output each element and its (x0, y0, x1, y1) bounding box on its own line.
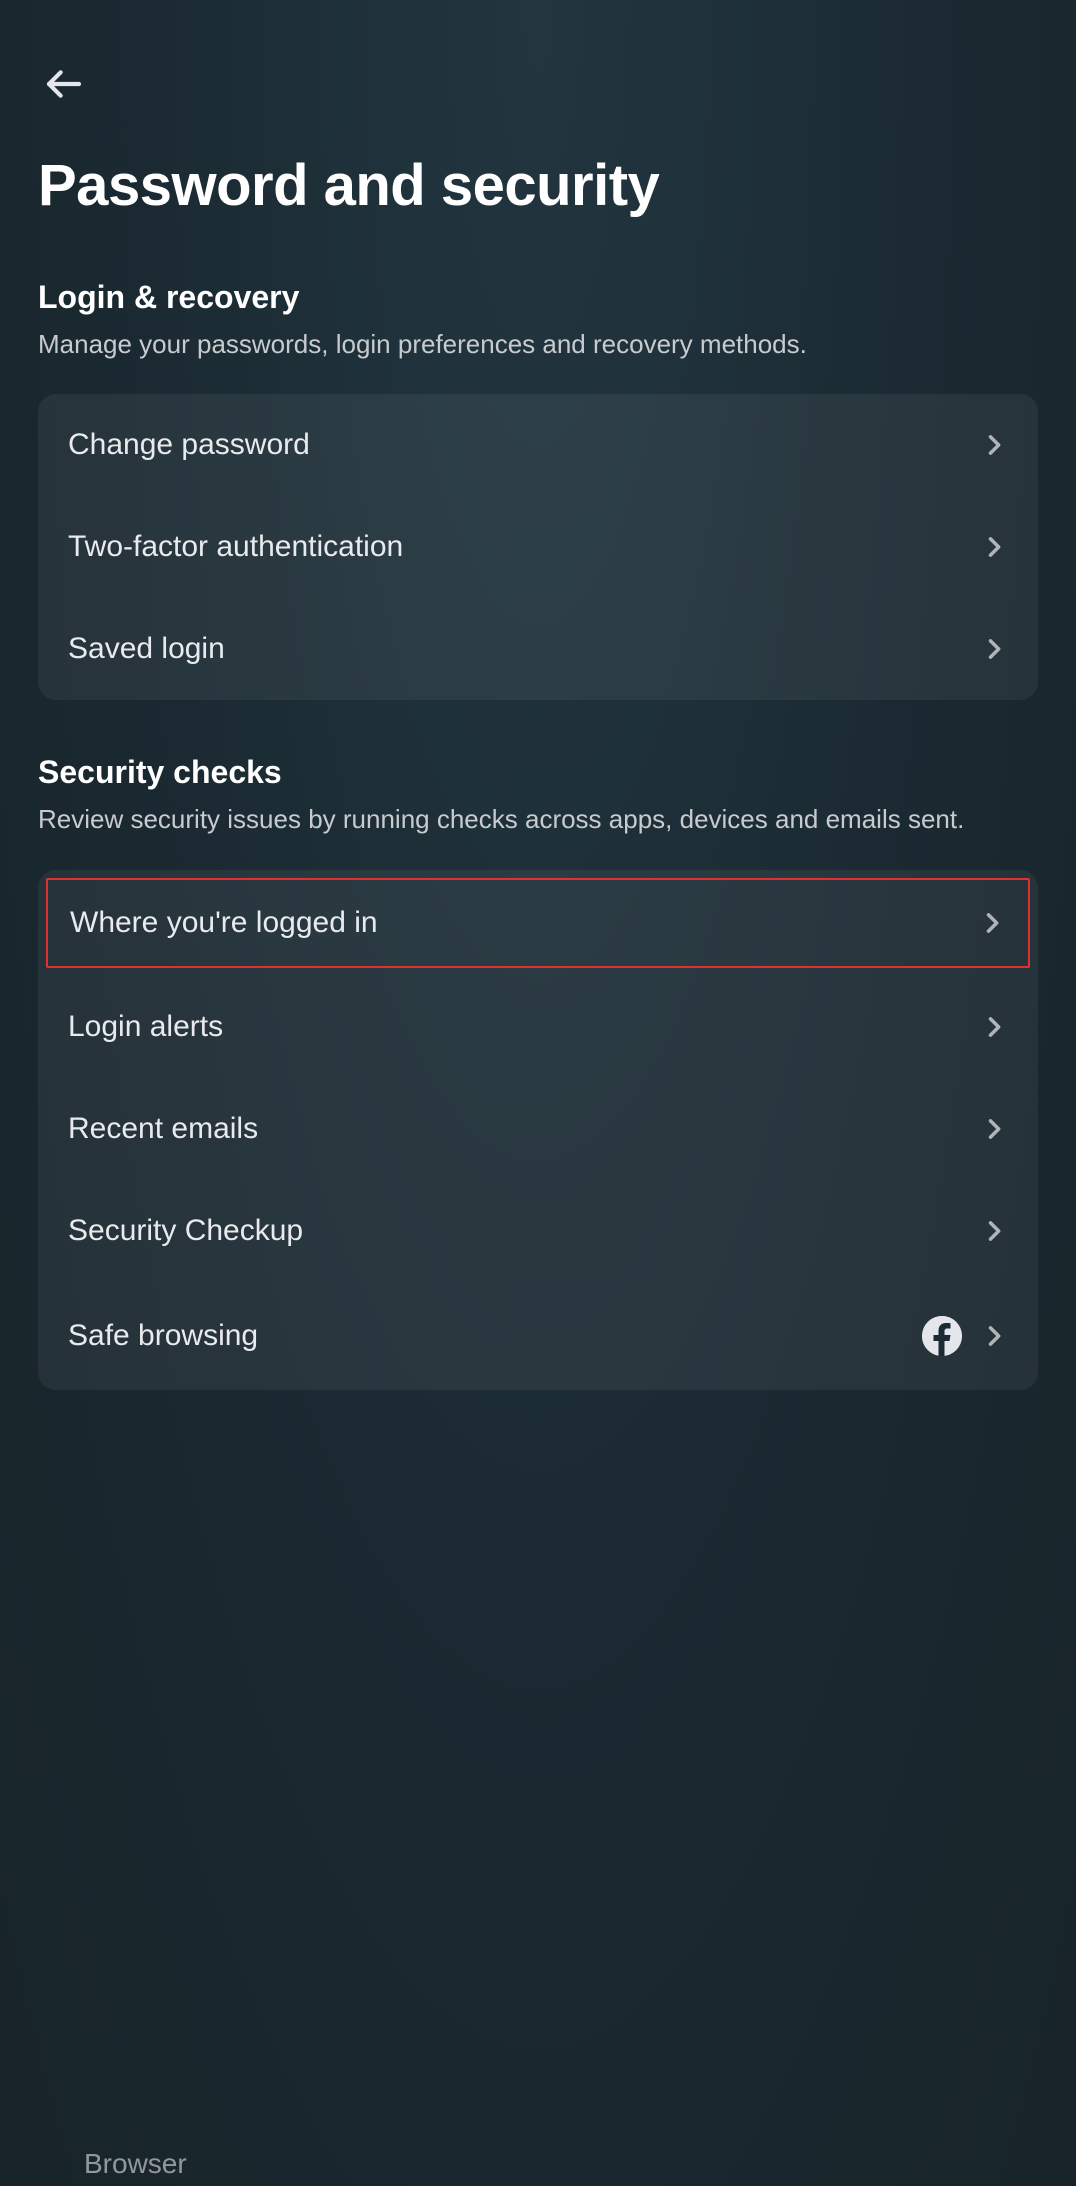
row-label: Recent emails (68, 1112, 258, 1146)
card-login-recovery: Change password Two-factor authenticatio… (38, 394, 1038, 700)
chevron-right-icon (980, 431, 1008, 459)
section-title: Login & recovery (38, 279, 1038, 316)
row-login-alerts[interactable]: Login alerts (38, 976, 1038, 1078)
row-where-youre-logged-in[interactable]: Where you're logged in (46, 878, 1030, 968)
chevron-right-icon (980, 1217, 1008, 1245)
row-right-group (922, 1316, 1008, 1356)
chevron-right-icon (980, 1322, 1008, 1350)
section-title: Security checks (38, 754, 1038, 791)
peek-text: Browser (84, 2148, 187, 2180)
arrow-left-icon (44, 64, 84, 109)
section-login-recovery: Login & recovery Manage your passwords, … (20, 279, 1056, 700)
card-security-checks: Where you're logged in Login alerts Rece… (38, 870, 1038, 1390)
chevron-right-icon (980, 1013, 1008, 1041)
row-label: Security Checkup (68, 1214, 303, 1248)
section-desc: Review security issues by running checks… (38, 801, 1038, 837)
row-label: Where you're logged in (70, 906, 378, 940)
section-security-checks: Security checks Review security issues b… (20, 754, 1056, 1389)
row-label: Change password (68, 428, 310, 462)
facebook-icon (922, 1316, 962, 1356)
row-two-factor-authentication[interactable]: Two-factor authentication (38, 496, 1038, 598)
chevron-right-icon (978, 909, 1006, 937)
chevron-right-icon (980, 533, 1008, 561)
row-change-password[interactable]: Change password (38, 394, 1038, 496)
row-label: Two-factor authentication (68, 530, 403, 564)
back-button[interactable] (38, 60, 90, 112)
row-label: Login alerts (68, 1010, 223, 1044)
row-label: Safe browsing (68, 1319, 258, 1353)
chevron-right-icon (980, 635, 1008, 663)
page-title: Password and security (38, 152, 1056, 219)
row-recent-emails[interactable]: Recent emails (38, 1078, 1038, 1180)
section-desc: Manage your passwords, login preferences… (38, 326, 1038, 362)
row-saved-login[interactable]: Saved login (38, 598, 1038, 700)
row-security-checkup[interactable]: Security Checkup (38, 1180, 1038, 1282)
row-safe-browsing[interactable]: Safe browsing (38, 1282, 1038, 1390)
chevron-right-icon (980, 1115, 1008, 1143)
row-label: Saved login (68, 632, 225, 666)
